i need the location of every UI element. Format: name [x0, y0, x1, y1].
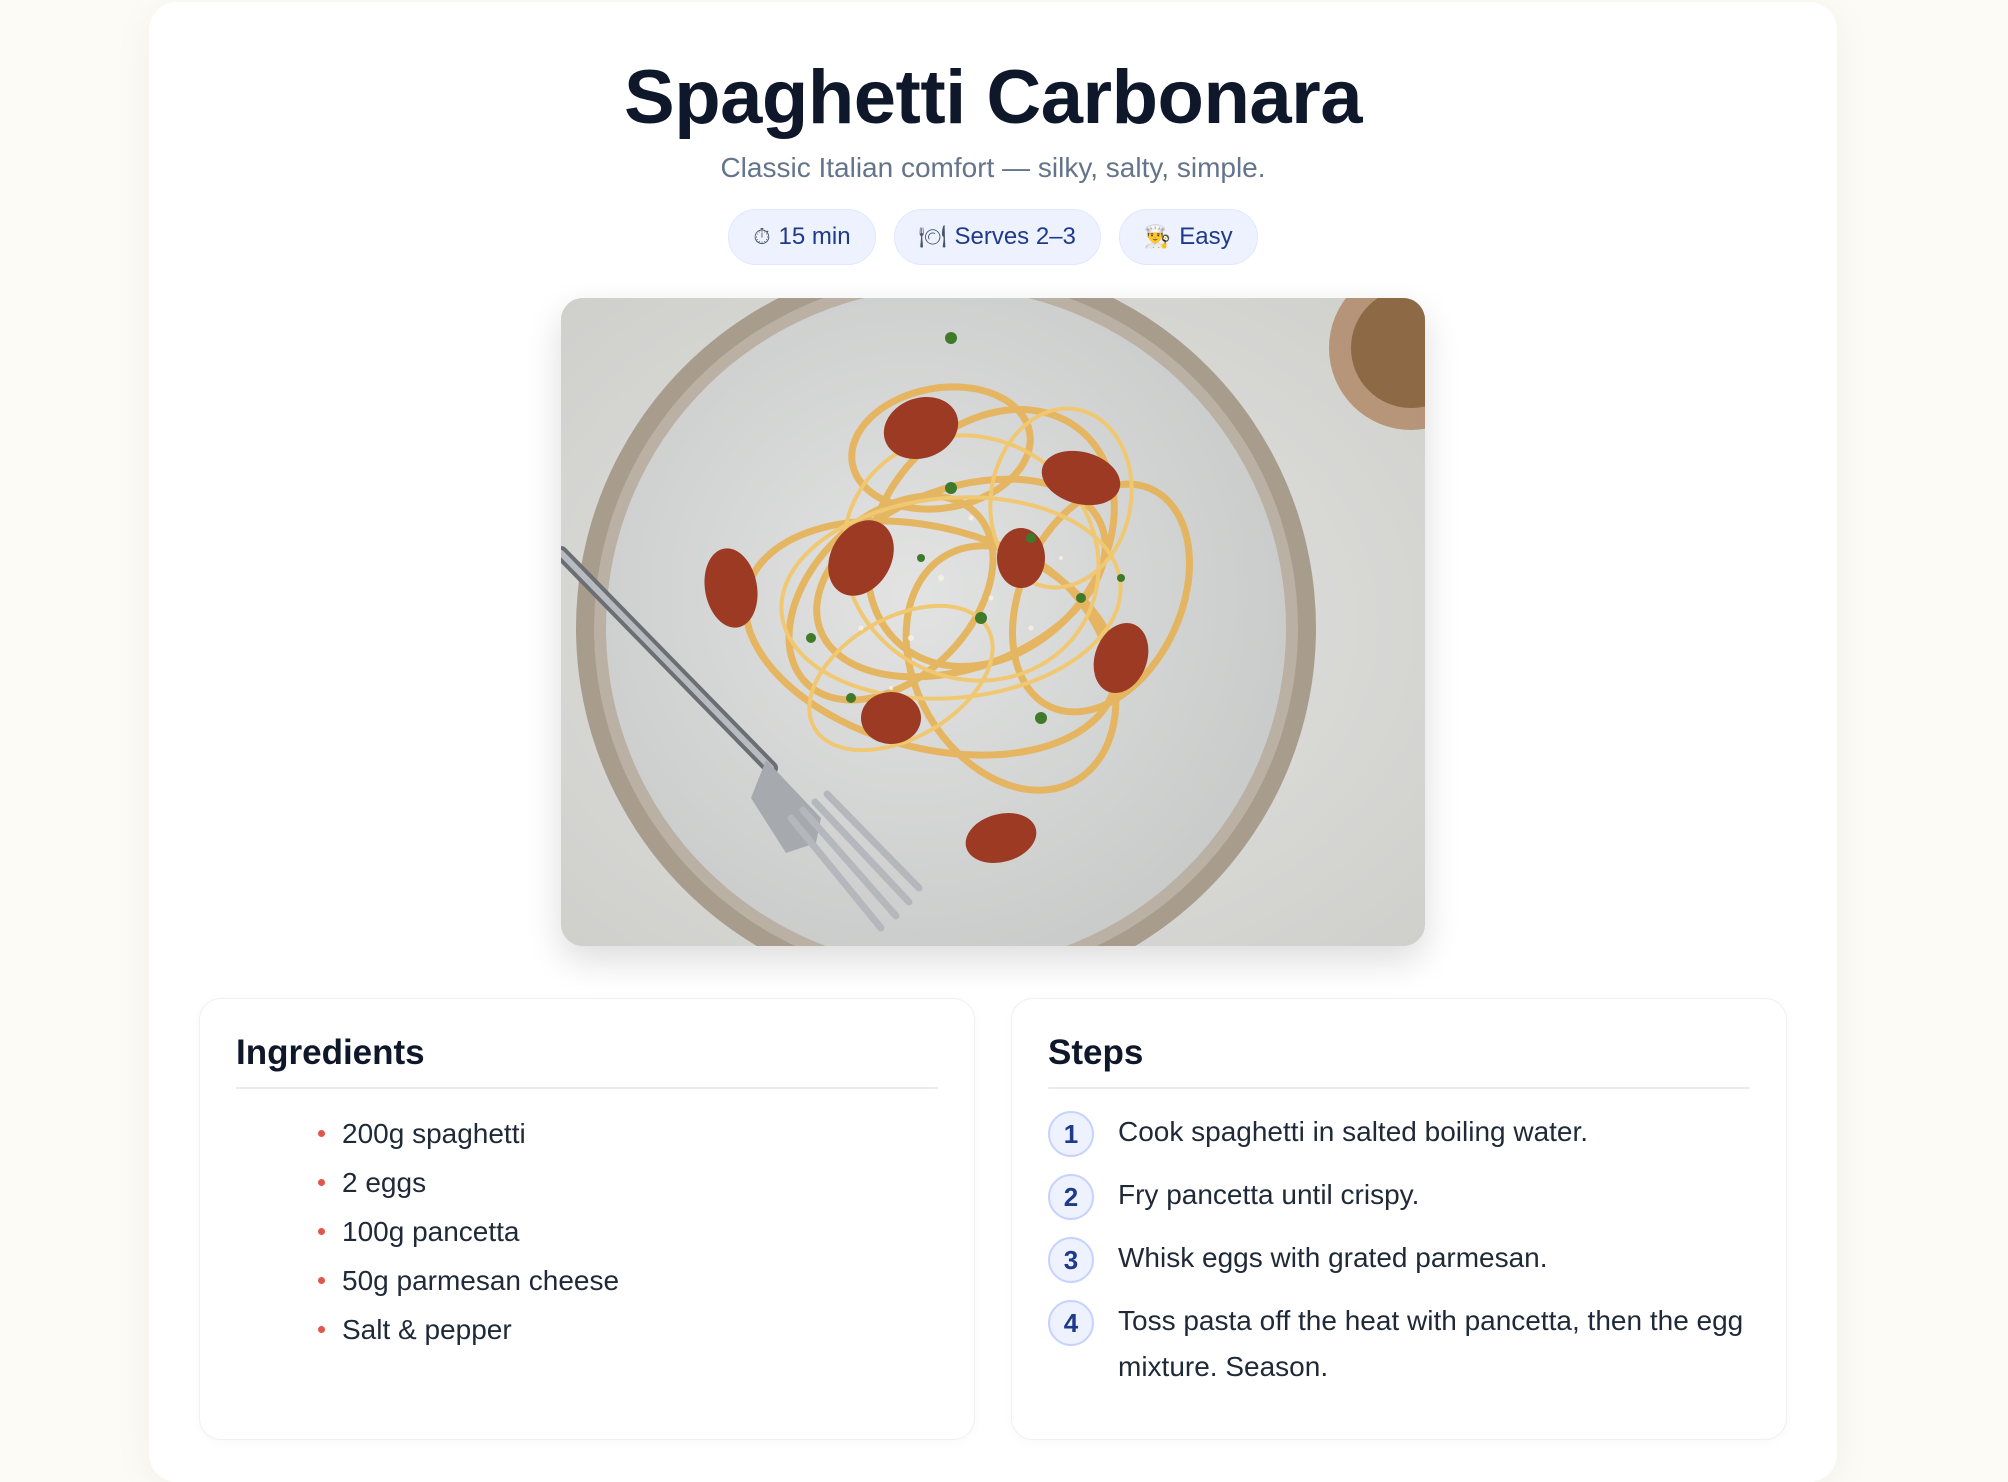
recipe-title: Spaghetti Carbonara [624, 55, 1362, 140]
bullet-icon [318, 1277, 325, 1284]
step-item: 1 Cook spaghetti in salted boiling water… [1048, 1109, 1750, 1157]
step-number: 4 [1048, 1300, 1094, 1346]
step-text: Whisk eggs with grated parmesan. [1118, 1242, 1548, 1273]
step-text: Cook spaghetti in salted boiling water. [1118, 1116, 1589, 1147]
ingredient-text: 50g parmesan cheese [342, 1265, 620, 1296]
ingredients-panel: Ingredients 200g spaghetti 2 eggs 100g p… [199, 998, 975, 1440]
servings-badge-label: Serves 2–3 [954, 223, 1076, 250]
step-item: 4 Toss pasta off the heat with pancetta,… [1048, 1298, 1750, 1390]
list-item: 2 eggs [318, 1158, 619, 1207]
step-text: Fry pancetta until crispy. [1118, 1179, 1420, 1210]
ingredients-heading: Ingredients [236, 1033, 938, 1089]
time-badge-label: 15 min [778, 223, 851, 250]
bullet-icon [318, 1326, 325, 1333]
bullet-icon [318, 1130, 325, 1137]
chef-icon: 👨‍🍳 [1143, 224, 1172, 249]
difficulty-badge: 👨‍🍳 Easy [1118, 209, 1258, 265]
list-item: Salt & pepper [318, 1305, 619, 1354]
step-item: 2 Fry pancetta until crispy. [1048, 1172, 1750, 1220]
plate-icon: 🍽 [918, 224, 947, 249]
bullet-icon [318, 1228, 325, 1235]
servings-badge: 🍽 Serves 2–3 [893, 209, 1101, 265]
steps-heading: Steps [1048, 1033, 1750, 1089]
difficulty-badge-label: Easy [1179, 223, 1233, 250]
step-item: 3 Whisk eggs with grated parmesan. [1048, 1235, 1750, 1283]
recipe-subtitle: Classic Italian comfort — silky, salty, … [720, 152, 1266, 183]
step-number: 1 [1048, 1111, 1094, 1157]
ingredient-text: 2 eggs [342, 1167, 427, 1198]
recipe-photo [561, 298, 1425, 946]
list-item: 50g parmesan cheese [318, 1256, 619, 1305]
time-badge: ⏱ 15 min [728, 209, 876, 265]
list-item: 100g pancetta [318, 1207, 619, 1256]
recipe-badges: ⏱ 15 min 🍽 Serves 2–3 👨‍🍳 Easy [149, 209, 1837, 265]
ingredient-text: 200g spaghetti [342, 1118, 526, 1149]
ingredient-text: 100g pancetta [342, 1216, 520, 1247]
carbonara-image [561, 298, 1425, 946]
ingredients-list: 200g spaghetti 2 eggs 100g pancetta 50g … [318, 1109, 619, 1354]
recipe-card: Spaghetti Carbonara Classic Italian comf… [149, 2, 1837, 1482]
steps-panel: Steps 1 Cook spaghetti in salted boiling… [1011, 998, 1787, 1440]
step-number: 2 [1048, 1174, 1094, 1220]
step-number: 3 [1048, 1237, 1094, 1283]
stopwatch-icon: ⏱ [753, 224, 771, 249]
list-item: 200g spaghetti [318, 1109, 619, 1158]
ingredient-text: Salt & pepper [342, 1314, 512, 1345]
steps-list: 1 Cook spaghetti in salted boiling water… [1048, 1109, 1750, 1405]
bullet-icon [318, 1179, 325, 1186]
step-text: Toss pasta off the heat with pancetta, t… [1118, 1305, 1744, 1382]
